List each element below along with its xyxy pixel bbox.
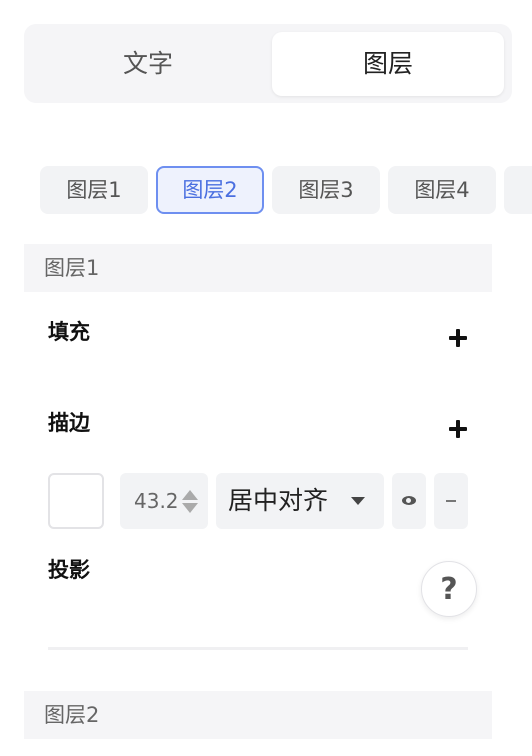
remove-stroke-button[interactable] [434,473,468,529]
increment-arrow-icon[interactable] [182,490,198,500]
layer-chip-2[interactable]: 图层2 [156,166,264,214]
stroke-label: 描边 [48,411,90,435]
layer-chip-4[interactable]: 图层4 [388,166,496,214]
help-button[interactable]: ? [421,561,477,617]
shadow-label: 投影 [48,558,90,582]
layer2-section-header: 图层2 [24,691,492,739]
layer-chip-1[interactable]: 图层1 [40,166,148,214]
tab-text[interactable]: 文字 [32,32,264,96]
eye-icon [402,496,416,505]
add-fill-plus-icon[interactable] [446,326,470,350]
toggle-visibility-button[interactable] [392,473,426,529]
add-stroke-plus-icon[interactable] [446,417,470,441]
stroke-align-value: 居中对齐 [228,486,329,515]
stroke-width-value[interactable]: 43.2 [134,473,179,529]
layer-chip-list: 图层1 图层2 图层3 图层4 [40,166,532,214]
fill-label: 填充 [48,320,90,344]
panel-mode-tabs: 文字 图层 [24,24,512,103]
stroke-align-select[interactable]: 居中对齐 [216,473,384,529]
stroke-width-stepper[interactable]: 43.2 [120,473,208,529]
stroke-color-swatch[interactable] [48,473,104,529]
caret-down-icon [351,497,365,505]
decrement-arrow-icon[interactable] [182,503,198,513]
section-divider [48,647,468,650]
minus-icon [446,500,456,502]
layer-chip-3[interactable]: 图层3 [272,166,380,214]
layer-chip-overflow[interactable] [504,166,532,214]
layer1-section-header: 图层1 [24,244,492,292]
tab-layer[interactable]: 图层 [272,32,504,96]
